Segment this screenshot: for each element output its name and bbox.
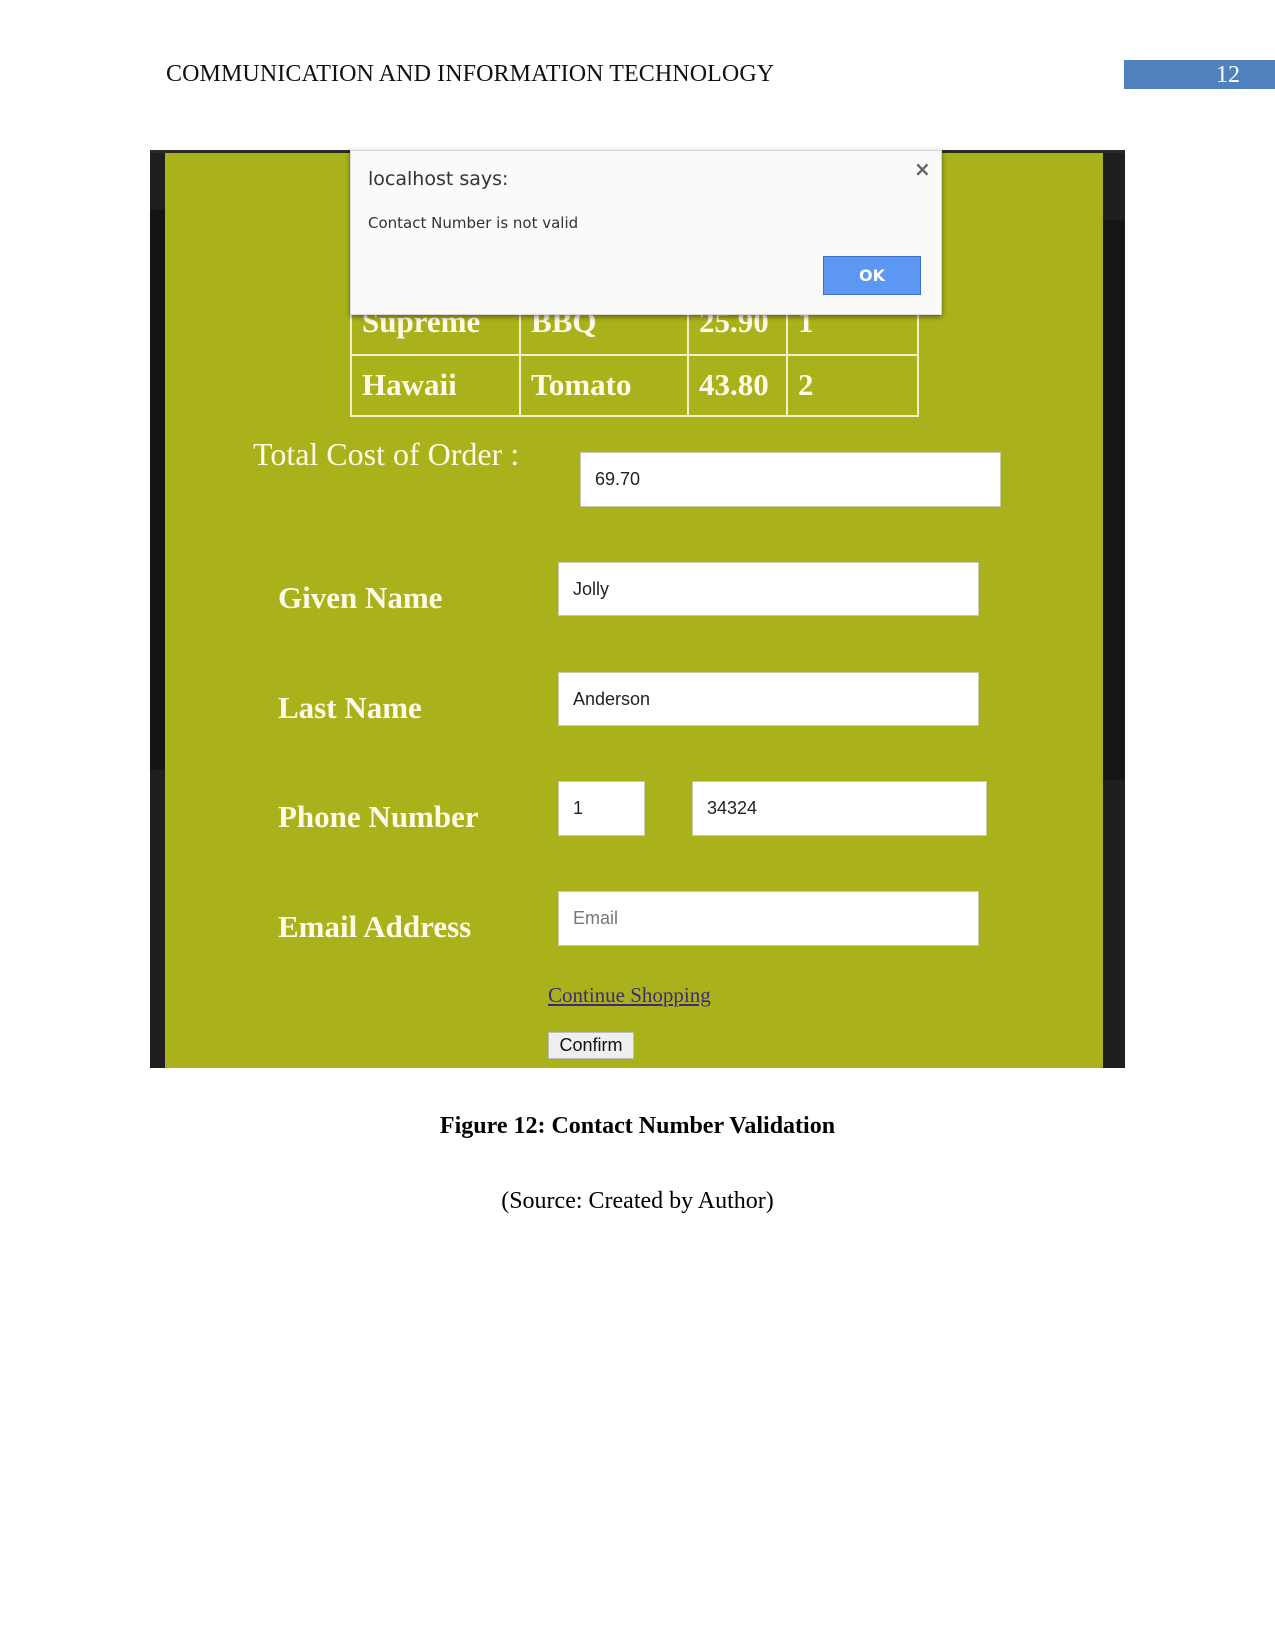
phone-code-input[interactable]: 1 [558,781,645,836]
ok-button[interactable]: OK [823,256,921,295]
table-cell: Hawaii [350,354,521,417]
page-number: 12 [1216,62,1240,88]
email-address-label: Email Address [278,909,472,944]
total-cost-value: 69.70 [595,469,641,489]
phone-number-label: Phone Number [278,799,479,834]
table-cell: 2 [786,354,919,417]
email-placeholder: Email [573,908,619,928]
given-name-value: Jolly [573,578,610,599]
table-cell: 43.80 [687,354,788,417]
frame-shadow-right [1103,220,1125,780]
confirm-button[interactable]: Confirm [548,1032,634,1059]
close-icon[interactable]: × [914,157,931,181]
phone-code-value: 1 [573,798,584,818]
given-name-input[interactable]: Jolly [558,562,979,616]
phone-number-value: 34324 [707,798,758,818]
total-cost-label: Total Cost of Order : [253,436,520,472]
figure-caption: Figure 12: Contact Number Validation [439,1113,836,1139]
continue-shopping-link[interactable]: Continue Shopping [548,983,711,1008]
running-header: COMMUNICATION AND INFORMATION TECHNOLOGY [166,61,775,87]
frame-shadow-left [150,210,165,770]
table-cell: Tomato [519,354,689,417]
figure-source: (Source: Created by Author) [501,1188,774,1214]
last-name-label: Last Name [278,690,422,725]
dialog-title: localhost says: [368,168,509,190]
phone-number-input[interactable]: 34324 [692,781,987,836]
given-name-label: Given Name [278,580,443,615]
dialog-message: Contact Number is not valid [368,214,579,232]
last-name-value: Anderson [573,688,651,709]
last-name-input[interactable]: Anderson [558,672,979,726]
alert-dialog: localhost says: Contact Number is not va… [350,150,942,315]
total-cost-input[interactable]: 69.70 [580,452,1001,507]
email-input[interactable]: Email [558,891,979,946]
page-number-box: 12 [1124,60,1275,89]
